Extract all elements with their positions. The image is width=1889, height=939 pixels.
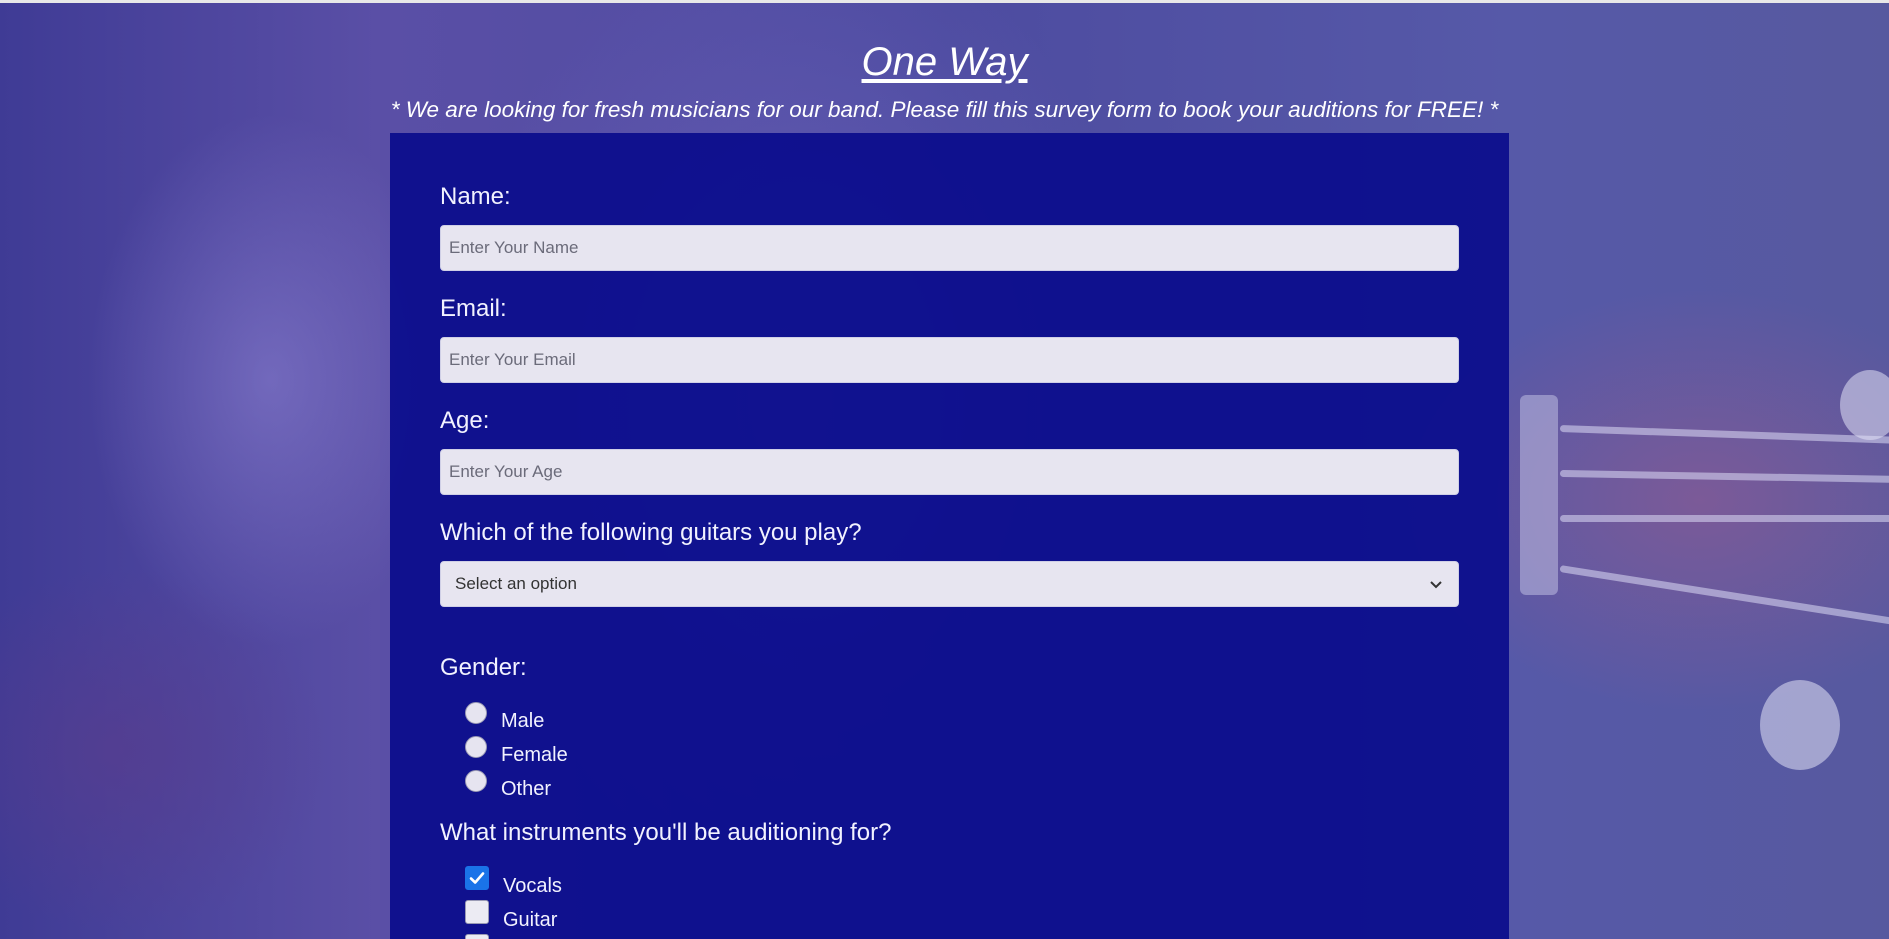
guitar-label: Which of the following guitars you play? xyxy=(440,519,862,546)
gender-label: Gender: xyxy=(440,654,527,681)
guitar-select[interactable]: Select an option xyxy=(440,561,1459,607)
age-label: Age: xyxy=(440,407,490,434)
page-header: One Way * We are looking for fresh music… xyxy=(0,38,1889,126)
instrument-option-label: Guitar xyxy=(503,909,558,931)
name-input[interactable] xyxy=(440,225,1459,271)
checkbox-unchecked[interactable] xyxy=(465,934,489,939)
radio-button[interactable] xyxy=(465,736,487,758)
instruments-label: What instruments you'll be auditioning f… xyxy=(440,819,892,846)
survey-form: Name: Email: Age: Which of the following… xyxy=(390,133,1509,939)
chevron-down-icon xyxy=(1430,581,1442,589)
instrument-option-next[interactable] xyxy=(465,934,489,939)
age-input[interactable] xyxy=(440,449,1459,495)
checkbox-unchecked[interactable] xyxy=(465,900,489,924)
gender-option-other[interactable]: Other xyxy=(465,770,551,800)
page-description: * We are looking for fresh musicians for… xyxy=(390,97,1499,122)
checkbox-checked[interactable] xyxy=(465,866,489,890)
check-icon xyxy=(469,872,485,884)
page-title: One Way xyxy=(861,40,1028,84)
guitar-select-value: Select an option xyxy=(455,574,577,593)
gender-option-label: Other xyxy=(501,778,552,800)
email-label: Email: xyxy=(440,295,507,322)
gender-option-female[interactable]: Female xyxy=(465,736,568,766)
radio-button[interactable] xyxy=(465,702,487,724)
email-input[interactable] xyxy=(440,337,1459,383)
radio-button[interactable] xyxy=(465,770,487,792)
gender-option-male[interactable]: Male xyxy=(465,702,544,732)
instrument-option-vocals[interactable]: Vocals xyxy=(465,866,562,897)
gender-option-label: Male xyxy=(501,710,545,732)
name-label: Name: xyxy=(440,183,511,210)
instrument-option-label: Vocals xyxy=(503,875,562,897)
instrument-option-guitar[interactable]: Guitar xyxy=(465,900,558,931)
gender-option-label: Female xyxy=(501,744,568,766)
top-border xyxy=(0,0,1889,3)
